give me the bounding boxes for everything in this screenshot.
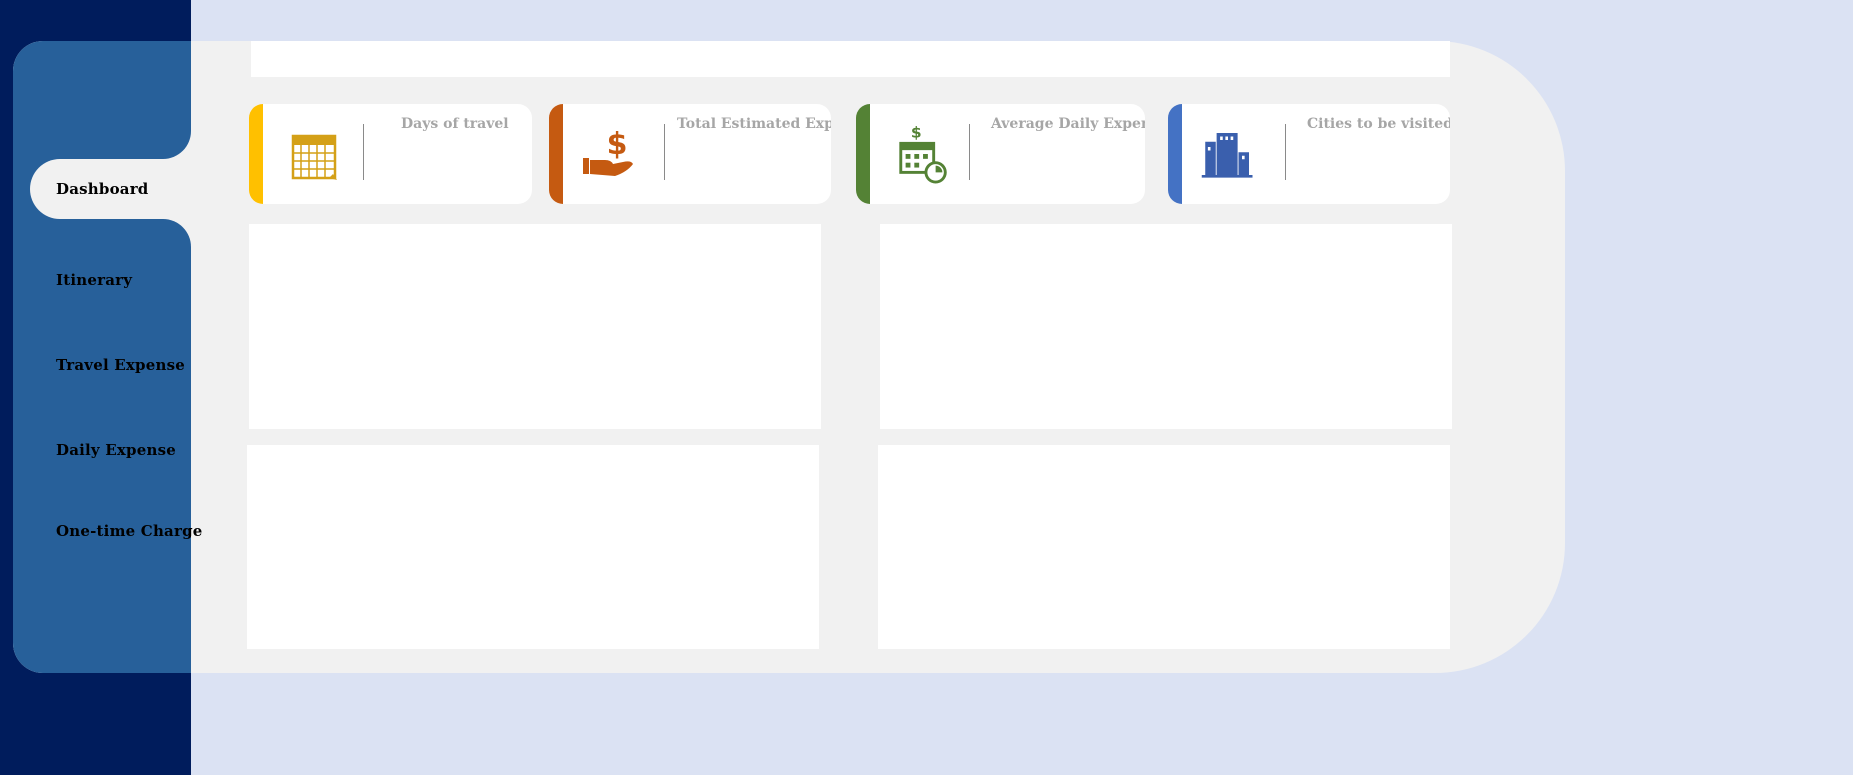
kpi-label: Cities to be visited [1307,116,1450,132]
chart-panel-bottom-left [247,445,819,649]
kpi-divider [969,124,970,180]
calendar-icon [291,134,337,180]
active-tab-corner-top [151,129,191,159]
kpi-card-cities-to-be-visited: Cities to be visited [1168,104,1450,204]
svg-text:$: $ [607,127,628,162]
kpi-divider [664,124,665,180]
chart-panel-top-left [249,224,821,429]
kpi-divider [363,124,364,180]
hand-dollar-icon: $ [583,127,633,176]
chart-panel-bottom-right [878,445,1450,649]
sidebar-item-one-time-charge[interactable]: One-time Charge [56,522,203,540]
kpi-accent-bar [856,104,870,204]
calendar-dollar-icon: $ [899,124,947,184]
chart-panel-top-right [880,224,1452,429]
sidebar-item-daily-expense[interactable]: Daily Expense [56,441,176,459]
kpi-accent-bar [1168,104,1182,204]
title-bar [251,41,1450,77]
active-tab-corner-bottom [151,219,191,249]
kpi-accent-bar [549,104,563,204]
kpi-label: Days of travel [401,116,509,132]
kpi-card-average-daily-expense: $ Average Daily Expense [856,104,1145,204]
kpi-card-total-estimated-expense: $ Total Estimated Expense [549,104,831,204]
kpi-divider [1285,124,1286,180]
svg-text:$: $ [911,124,922,142]
kpi-accent-bar [249,104,263,204]
city-buildings-icon [1201,133,1253,178]
kpi-label: Total Estimated Expense [677,116,831,132]
sidebar-item-dashboard[interactable]: Dashboard [56,180,148,198]
kpi-card-days-of-travel: Days of travel [249,104,532,204]
sidebar-item-travel-expense[interactable]: Travel Expense [56,356,185,374]
sidebar-item-itinerary[interactable]: Itinerary [56,271,132,289]
kpi-label: Average Daily Expense [991,116,1145,132]
